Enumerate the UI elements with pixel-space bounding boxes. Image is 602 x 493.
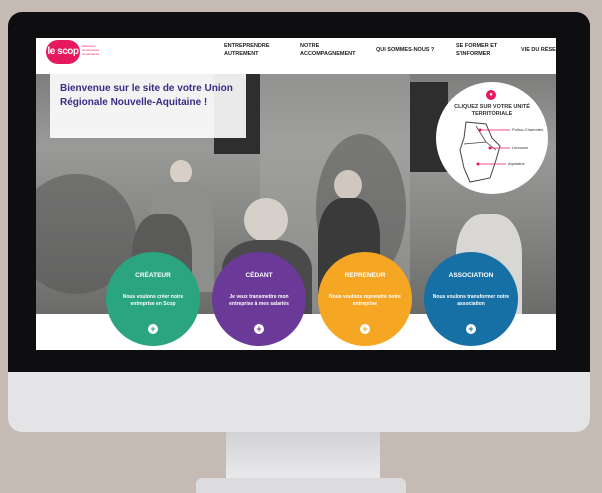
plus-icon[interactable]: +: [254, 324, 264, 334]
map-title: CLIQUEZ SUR VOTRE UNITÉ TERRITORIALE: [454, 104, 530, 117]
website-screen: le scop bâtisseurs d'entreprises coopéra…: [36, 38, 556, 350]
nav-entreprendre[interactable]: ENTREPRENDRE AUTREMENT: [224, 42, 276, 58]
category-text: Nous voulons créer notre entreprise en S…: [122, 294, 184, 307]
nav-se-former[interactable]: SE FORMER ET S'INFORMER: [456, 42, 514, 58]
plus-icon[interactable]: +: [466, 324, 476, 334]
category-cedant[interactable]: CÉDANT Je veux transmettre mon entrepris…: [212, 252, 306, 346]
welcome-box: Bienvenue sur le site de votre Union Rég…: [50, 74, 246, 138]
scop-logo[interactable]: le scop: [46, 40, 80, 64]
monitor-base: [196, 478, 406, 493]
region-map-shape[interactable]: [456, 120, 512, 184]
monitor-stand: [226, 432, 380, 482]
person: [170, 160, 192, 184]
region-poitou-charentes[interactable]: Poitou-Charentes: [512, 127, 543, 132]
region-limousin[interactable]: Limousin: [512, 145, 528, 150]
top-navigation: le scop bâtisseurs d'entreprises coopéra…: [36, 38, 556, 74]
category-text: Nous voulons reprendre notre entreprise: [329, 294, 401, 307]
location-icon: ●: [486, 90, 496, 100]
category-title: ASSOCIATION: [448, 272, 494, 279]
plus-icon[interactable]: +: [148, 324, 158, 334]
plus-icon[interactable]: +: [360, 324, 370, 334]
nav-vie-du-reseau[interactable]: VIE DU RÉSEAU: [521, 46, 556, 54]
category-text: Nous voulons transformer notre associati…: [432, 294, 510, 307]
person: [244, 198, 288, 242]
category-title: REPRENEUR: [344, 272, 386, 279]
category-association[interactable]: ASSOCIATION Nous voulons transformer not…: [424, 252, 518, 346]
category-title: CRÉATEUR: [135, 272, 171, 279]
territorial-map[interactable]: ● CLIQUEZ SUR VOTRE UNITÉ TERRITORIALE P…: [436, 82, 548, 194]
person: [334, 170, 362, 200]
monitor-chin: [8, 372, 590, 432]
logo-subtitle: bâtisseurs d'entreprises coopératives: [82, 44, 100, 56]
category-text: Je veux transmettre mon entreprise à mes…: [229, 294, 289, 307]
nav-accompagnement[interactable]: NOTRE ACCOMPAGNEMENT: [300, 42, 360, 58]
category-title: CÉDANT: [245, 272, 273, 279]
category-repreneur[interactable]: REPRENEUR Nous voulons reprendre notre e…: [318, 252, 412, 346]
nav-qui-sommes-nous[interactable]: QUI SOMMES-NOUS ?: [376, 46, 434, 54]
category-createur[interactable]: CRÉATEUR Nous voulons créer notre entrep…: [106, 252, 200, 346]
region-aquitaine[interactable]: Aquitaine: [508, 161, 525, 166]
